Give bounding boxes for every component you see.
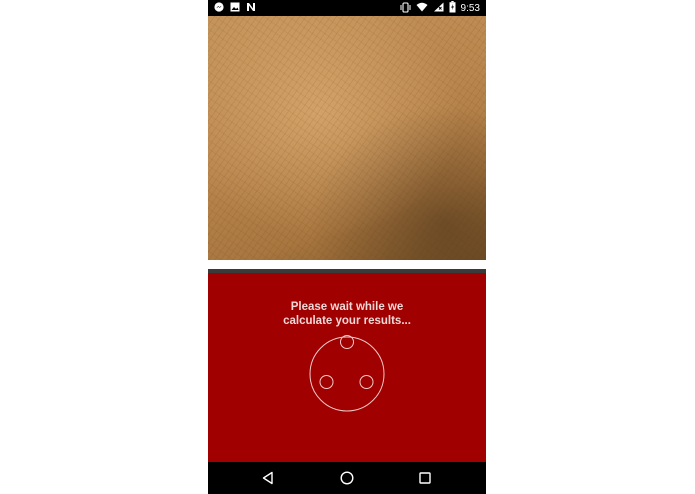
recent-apps-icon[interactable]: [417, 470, 433, 486]
spinner-dot-left: [319, 375, 334, 389]
navigation-bar: [208, 462, 486, 494]
vibrate-icon: [400, 1, 411, 16]
status-time: 9:53: [460, 2, 480, 14]
wait-message-line1: Please wait while we: [290, 301, 404, 313]
wifi-icon: [416, 2, 428, 15]
battery-icon: [449, 1, 456, 16]
spinner-dot-right: [359, 375, 374, 389]
status-bar: 9:53: [208, 0, 486, 16]
camera-preview: [208, 16, 486, 260]
panel-gap: [208, 260, 486, 269]
system-status-icons: 9:53: [400, 1, 480, 16]
home-icon[interactable]: [339, 470, 355, 486]
loading-spinner: [308, 335, 386, 413]
image-icon: [230, 2, 240, 15]
wait-message-line2: calculate your results...: [283, 315, 411, 327]
notification-icons: [214, 2, 256, 15]
back-icon[interactable]: [260, 470, 276, 486]
wait-message: Please wait while we calculate your resu…: [208, 300, 486, 328]
signal-icon: [433, 2, 444, 15]
n-notification-icon: [246, 2, 256, 15]
results-panel: Please wait while we calculate your resu…: [208, 273, 486, 462]
phone-screen: 9:53 Please wait while we calculate your…: [208, 0, 486, 494]
messenger-icon: [214, 2, 224, 15]
